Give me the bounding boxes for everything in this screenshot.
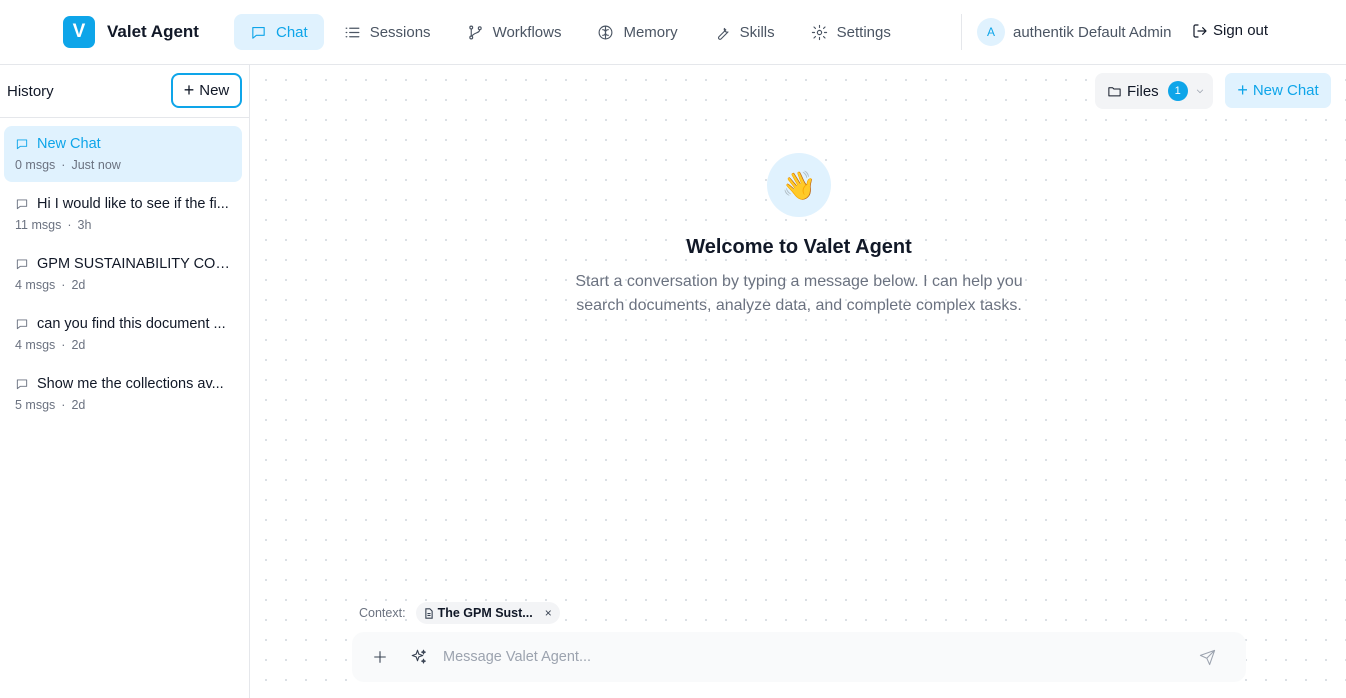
session-title: New Chat: [37, 136, 101, 152]
logout-icon: [1193, 23, 1207, 38]
remove-context-icon[interactable]: ×: [545, 606, 552, 620]
context-bar: Context: The GPM Sust... ×: [359, 602, 560, 624]
sign-out-label: Sign out: [1213, 22, 1269, 39]
session-meta: 0 msgs · Just now: [15, 158, 231, 172]
new-session-label: New: [199, 82, 230, 99]
app-logo: V: [63, 16, 95, 48]
plus-icon: +: [183, 80, 195, 100]
session-msg-count: 5 msgs: [15, 398, 56, 412]
plus-icon: +: [1237, 80, 1248, 100]
chat-icon: [16, 199, 28, 210]
meta-separator: ·: [61, 398, 66, 412]
files-button[interactable]: Files 1: [1095, 73, 1213, 109]
chat-icon: [16, 139, 28, 150]
sidebar-header: History + New: [0, 65, 249, 118]
nav-settings-label: Settings: [836, 23, 891, 41]
nav-chat-label: Chat: [276, 23, 308, 41]
session-meta: 11 msgs · 3h: [15, 218, 231, 232]
nav-workflows-label: Workflows: [492, 23, 562, 41]
welcome-title: Welcome to Valet Agent: [686, 236, 912, 258]
nav-settings[interactable]: Settings: [795, 14, 907, 50]
session-time: 3h: [77, 218, 92, 232]
brain-icon: [599, 25, 613, 39]
nav-memory[interactable]: Memory: [581, 14, 693, 50]
session-title: GPM SUSTAINABILITY COM...: [37, 256, 231, 272]
session-time: 2d: [71, 338, 86, 352]
new-session-button[interactable]: + New: [171, 73, 242, 108]
user-menu[interactable]: A authentik Default Admin: [977, 18, 1171, 46]
nav-skills-label: Skills: [739, 23, 775, 41]
session-meta: 4 msgs · 2d: [15, 338, 231, 352]
folder-icon: [1108, 86, 1121, 96]
files-label: Files: [1127, 82, 1159, 100]
message-input[interactable]: [443, 649, 1183, 665]
git-branch-icon: [468, 25, 482, 39]
chat-main: Files 1 + New Chat 👋 Welcome to Valet Ag…: [251, 65, 1346, 698]
new-chat-label: New Chat: [1252, 82, 1319, 99]
chat-icon: [16, 259, 28, 270]
session-item[interactable]: can you find this document ... 4 msgs · 2d: [4, 306, 242, 362]
nav-workflows[interactable]: Workflows: [451, 14, 578, 50]
context-file-chip[interactable]: The GPM Sust... ×: [415, 602, 560, 624]
avatar: A: [977, 18, 1005, 46]
gear-icon: [811, 24, 827, 40]
nav-skills[interactable]: Skills: [698, 14, 791, 50]
session-msg-count: 0 msgs: [15, 158, 56, 172]
session-msg-count: 4 msgs: [15, 338, 56, 352]
chat-icon: [16, 319, 28, 330]
session-meta: 4 msgs · 2d: [15, 278, 231, 292]
sparkles-icon[interactable]: [409, 647, 429, 667]
session-item[interactable]: Show me the collections av... 5 msgs · 2d: [4, 366, 242, 422]
history-sidebar: History + New New Chat 0 msgs · Just now H…: [0, 65, 250, 698]
nav-sessions-label: Sessions: [369, 23, 431, 41]
session-time: Just now: [71, 158, 121, 172]
session-time: 2d: [71, 278, 86, 292]
session-msg-count: 11 msgs: [15, 218, 62, 232]
meta-separator: ·: [61, 158, 66, 172]
file-icon: [424, 607, 433, 619]
user-name: authentik Default Admin: [1013, 23, 1172, 41]
meta-separator: ·: [61, 338, 66, 352]
files-count-badge: 1: [1167, 81, 1188, 101]
new-chat-button[interactable]: + New Chat: [1225, 73, 1331, 108]
nav-sessions[interactable]: Sessions: [328, 14, 447, 50]
meta-separator: ·: [61, 278, 66, 292]
send-icon[interactable]: [1197, 647, 1217, 667]
nav-chat[interactable]: Chat: [234, 14, 324, 50]
sign-out-button[interactable]: Sign out: [1192, 22, 1268, 39]
context-file-name: The GPM Sust...: [437, 606, 533, 620]
session-item[interactable]: Hi I would like to see if the fi... 11 m…: [4, 186, 242, 242]
history-title: History: [7, 83, 54, 100]
session-title: Hi I would like to see if the fi...: [37, 196, 229, 212]
wrench-icon: [717, 27, 729, 40]
meta-separator: ·: [67, 218, 72, 232]
app-name: Valet Agent: [107, 22, 199, 41]
top-navbar: V Valet Agent Chat Sessions Workflows Me…: [0, 0, 1346, 65]
context-label: Context:: [359, 606, 406, 620]
waving-hand-icon: 👋: [767, 153, 831, 217]
main-nav: Chat Sessions Workflows Memory Skills Se…: [234, 14, 911, 50]
session-time: 2d: [71, 398, 86, 412]
session-meta: 5 msgs · 2d: [15, 398, 231, 412]
session-item[interactable]: New Chat 0 msgs · Just now: [4, 126, 242, 182]
nav-divider: [961, 14, 962, 50]
session-list: New Chat 0 msgs · Just now Hi I would like…: [0, 118, 249, 434]
chevron-down-icon: [1196, 89, 1203, 94]
chat-icon: [252, 26, 265, 39]
session-item[interactable]: GPM SUSTAINABILITY COM... 4 msgs · 2d: [4, 246, 242, 302]
welcome-subtitle: Start a conversation by typing a message…: [575, 273, 1023, 314]
chat-icon: [16, 379, 28, 390]
session-title: can you find this document ...: [37, 316, 226, 332]
session-msg-count: 4 msgs: [15, 278, 56, 292]
nav-memory-label: Memory: [623, 23, 678, 41]
brand[interactable]: V Valet Agent: [63, 16, 199, 48]
list-icon: [345, 27, 360, 37]
session-title: Show me the collections av...: [37, 376, 224, 392]
message-composer: [352, 632, 1246, 682]
attach-plus-icon[interactable]: [370, 647, 390, 667]
